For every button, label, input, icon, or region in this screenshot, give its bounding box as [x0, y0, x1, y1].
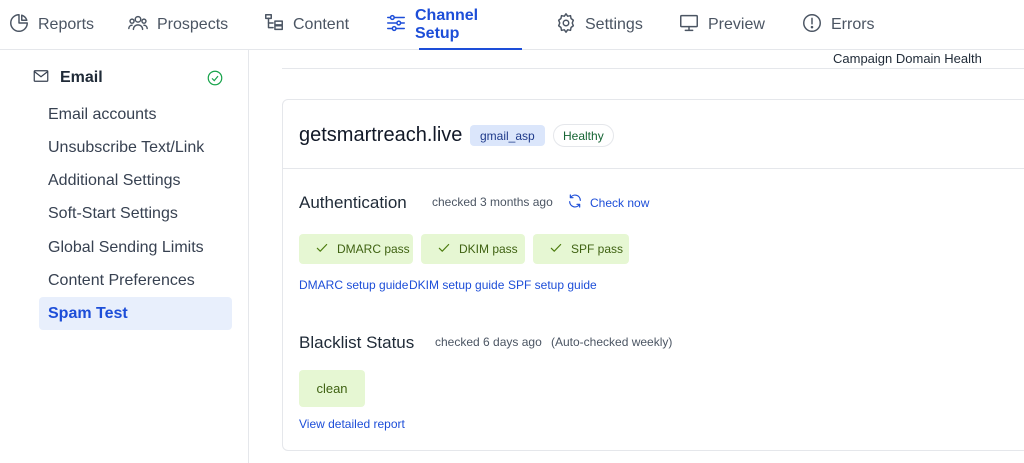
- dmarc-pass-label: DMARC pass: [337, 242, 410, 256]
- check-now-button[interactable]: Check now: [567, 193, 649, 212]
- tab-reports[interactable]: Reports: [8, 0, 94, 50]
- domain-health-card: [282, 99, 1024, 451]
- mail-icon: [32, 67, 50, 90]
- blacklist-checked-time: checked 6 days ago: [435, 335, 542, 349]
- content-tree-icon: [263, 12, 285, 39]
- dkim-pass-badge: DKIM pass: [421, 234, 525, 264]
- sidebar-section-email[interactable]: Email: [32, 67, 224, 89]
- dmarc-setup-guide-link[interactable]: DMARC setup guide: [299, 278, 408, 292]
- tab-label: Settings: [585, 16, 643, 33]
- tab-label: Prospects: [157, 16, 229, 33]
- check-icon: [549, 241, 563, 258]
- check-now-label: Check now: [590, 195, 650, 210]
- top-navigation: Reports Prospects Content Channel Setup …: [0, 0, 1024, 50]
- tab-preview[interactable]: Preview: [678, 0, 765, 50]
- gear-icon: [555, 12, 577, 39]
- dmarc-pass-badge: DMARC pass: [299, 234, 413, 264]
- dkim-setup-guide-link[interactable]: DKIM setup guide: [409, 278, 504, 292]
- tab-errors[interactable]: Errors: [801, 0, 875, 50]
- view-detailed-report-link[interactable]: View detailed report: [299, 417, 405, 431]
- sidebar-item-email-accounts[interactable]: Email accounts: [39, 98, 232, 131]
- check-icon: [437, 241, 451, 258]
- sidebar-item-spam-test[interactable]: Spam Test: [39, 297, 232, 330]
- tab-label: Channel Setup: [415, 7, 479, 42]
- sidebar-section-label: Email: [60, 69, 103, 86]
- tab-label: Errors: [831, 16, 875, 33]
- auto-check-note: (Auto-checked weekly): [551, 335, 673, 349]
- tab-label: Content: [293, 16, 350, 33]
- authentication-checked-time: checked 3 months ago: [432, 195, 553, 209]
- sliders-icon: [385, 12, 407, 39]
- spf-setup-guide-link[interactable]: SPF setup guide: [508, 278, 597, 292]
- sidebar-item-additional-settings[interactable]: Additional Settings: [39, 164, 232, 197]
- status-badge: Healthy: [553, 124, 614, 147]
- provider-badge: gmail_asp: [470, 125, 545, 146]
- domain-name: getsmartreach.live: [299, 124, 463, 146]
- pie-chart-icon: [8, 12, 30, 39]
- alert-circle-icon: [801, 12, 823, 39]
- sidebar-item-content-preferences[interactable]: Content Preferences: [39, 264, 232, 297]
- check-icon: [315, 241, 329, 258]
- tab-prospects[interactable]: Prospects: [127, 0, 228, 50]
- blacklist-status-title: Blacklist Status: [299, 333, 415, 352]
- spf-pass-label: SPF pass: [571, 242, 624, 256]
- tab-channel-setup[interactable]: Channel Setup: [385, 0, 522, 50]
- divider: [282, 68, 1024, 69]
- tab-label: Reports: [38, 16, 95, 33]
- spf-pass-badge: SPF pass: [533, 234, 629, 264]
- blacklist-clean-badge: clean: [299, 370, 365, 407]
- campaign-domain-health-label: Campaign Domain Health: [833, 51, 982, 66]
- tab-settings[interactable]: Settings: [555, 0, 643, 50]
- refresh-icon: [567, 193, 583, 212]
- sidebar-item-soft-start[interactable]: Soft-Start Settings: [39, 197, 232, 230]
- dkim-pass-label: DKIM pass: [459, 242, 518, 256]
- monitor-icon: [678, 12, 700, 39]
- authentication-title: Authentication: [299, 193, 407, 212]
- tab-label: Preview: [708, 16, 765, 33]
- users-icon: [127, 12, 149, 39]
- sidebar-item-global-sending-limits[interactable]: Global Sending Limits: [39, 231, 232, 264]
- check-circle-icon: [206, 69, 224, 87]
- sidebar-item-unsubscribe[interactable]: Unsubscribe Text/Link: [39, 131, 232, 164]
- card-divider: [283, 168, 1024, 169]
- tab-content[interactable]: Content: [263, 0, 349, 50]
